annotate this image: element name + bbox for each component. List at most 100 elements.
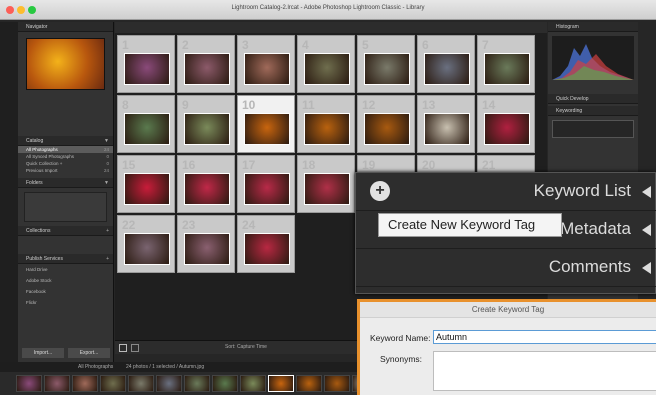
grid-cell[interactable]: 23	[177, 215, 235, 273]
photo-thumbnail[interactable]	[124, 113, 170, 145]
import-button[interactable]: Import...	[22, 348, 64, 358]
add-collection-icon[interactable]: +	[106, 226, 109, 236]
filmstrip-thumbnail[interactable]	[268, 375, 294, 392]
photo-thumbnail[interactable]	[484, 113, 530, 145]
photo-thumbnail[interactable]	[304, 113, 350, 145]
photo-thumbnail[interactable]	[184, 233, 230, 265]
catalog-item-count: 24	[103, 168, 109, 173]
comments-header[interactable]: Comments	[356, 249, 656, 287]
photo-thumbnail[interactable]	[484, 53, 530, 85]
folders-header[interactable]: Folders ▼	[18, 178, 113, 188]
filmstrip-thumbnail[interactable]	[240, 375, 266, 392]
grid-cell[interactable]: 2	[177, 35, 235, 93]
grid-cell[interactable]: 24	[237, 215, 295, 273]
grid-cell[interactable]: 16	[177, 155, 235, 213]
grid-cell-number: 8	[122, 98, 129, 112]
grid-cell[interactable]: 13	[417, 95, 475, 153]
collapse-triangle-icon[interactable]: ▼	[104, 136, 109, 146]
grid-cell[interactable]: 8	[117, 95, 175, 153]
keywording-header[interactable]: Keywording	[548, 106, 638, 116]
photo-thumbnail[interactable]	[184, 173, 230, 205]
comments-label: Comments	[548, 257, 631, 276]
synonyms-input[interactable]	[433, 351, 656, 391]
photo-thumbnail[interactable]	[124, 53, 170, 85]
filmstrip-thumbnail[interactable]	[212, 375, 238, 392]
catalog-item-all-photographs[interactable]: All Photographs 24	[18, 146, 113, 153]
filmstrip-thumbnail[interactable]	[184, 375, 210, 392]
photo-thumbnail[interactable]	[304, 53, 350, 85]
keyword-list-header[interactable]: + Keyword List	[356, 173, 656, 211]
catalog-item-synced[interactable]: All Synced Photographs 0	[18, 153, 113, 160]
filmstrip-thumbnail[interactable]	[72, 375, 98, 392]
photo-thumbnail[interactable]	[124, 173, 170, 205]
grid-cell[interactable]: 9	[177, 95, 235, 153]
photo-thumbnail[interactable]	[244, 233, 290, 265]
photo-thumbnail[interactable]	[184, 113, 230, 145]
grid-filter-bar[interactable]	[115, 22, 547, 33]
publish-item-flickr[interactable]: Flickr	[18, 297, 113, 308]
grid-cell[interactable]: 3	[237, 35, 295, 93]
photo-thumbnail[interactable]	[304, 173, 350, 205]
grid-cell[interactable]: 18	[297, 155, 355, 213]
catalog-header[interactable]: Catalog ▼	[18, 136, 113, 146]
filmstrip-thumbnail[interactable]	[324, 375, 350, 392]
collapse-triangle-icon[interactable]	[642, 186, 651, 198]
dialog-title: Create Keyword Tag	[360, 302, 656, 318]
photo-thumbnail[interactable]	[124, 233, 170, 265]
filmstrip-thumbnail[interactable]	[128, 375, 154, 392]
photo-thumbnail[interactable]	[244, 173, 290, 205]
sort-label[interactable]: Sort: Capture Time	[225, 344, 267, 350]
publish-item-adobe-stock[interactable]: Adobe Stock	[18, 275, 113, 286]
collapse-triangle-icon[interactable]	[642, 262, 651, 274]
grid-cell[interactable]: 11	[297, 95, 355, 153]
grid-cell[interactable]: 1	[117, 35, 175, 93]
collapse-triangle-icon[interactable]: ▼	[104, 178, 109, 188]
photo-thumbnail[interactable]	[244, 113, 290, 145]
grid-cell[interactable]: 12	[357, 95, 415, 153]
histogram-header[interactable]: Histogram	[548, 22, 638, 32]
navigator-preview[interactable]	[26, 38, 105, 90]
folder-tree[interactable]	[24, 192, 107, 222]
grid-cell[interactable]: 15	[117, 155, 175, 213]
photo-thumbnail[interactable]	[184, 53, 230, 85]
grid-cell[interactable]: 4	[297, 35, 355, 93]
create-keyword-tooltip: Create New Keyword Tag	[378, 213, 562, 237]
add-service-icon[interactable]: +	[106, 254, 109, 264]
quick-develop-header[interactable]: Quick Develop	[548, 94, 638, 104]
publish-item-hard-drive[interactable]: Hard Drive	[18, 264, 113, 275]
grid-cell[interactable]: 14	[477, 95, 535, 153]
photo-thumbnail[interactable]	[364, 53, 410, 85]
grid-cell-number: 1	[122, 38, 129, 52]
filmstrip-info: 24 photos / 1 selected / Autumn.jpg	[126, 364, 205, 370]
collapse-triangle-icon[interactable]	[642, 224, 651, 236]
publish-services-header[interactable]: Publish Services +	[18, 254, 113, 264]
filmstrip-thumbnail[interactable]	[44, 375, 70, 392]
filmstrip-thumbnail[interactable]	[296, 375, 322, 392]
navigator-header[interactable]: Navigator	[18, 22, 113, 32]
photo-thumbnail[interactable]	[424, 53, 470, 85]
filmstrip-source[interactable]: All Photographs	[78, 364, 113, 370]
keyword-tags-field[interactable]	[552, 120, 634, 138]
grid-cell[interactable]: 7	[477, 35, 535, 93]
grid-cell[interactable]: 17	[237, 155, 295, 213]
photo-thumbnail[interactable]	[244, 53, 290, 85]
add-keyword-button[interactable]: +	[370, 181, 390, 201]
keyword-name-input[interactable]	[433, 330, 656, 344]
grid-view-icon[interactable]	[119, 344, 127, 352]
photo-thumbnail[interactable]	[424, 113, 470, 145]
catalog-item-previous-import[interactable]: Previous Import 24	[18, 167, 113, 174]
photo-thumbnail[interactable]	[364, 113, 410, 145]
export-button[interactable]: Export...	[68, 348, 110, 358]
loupe-view-icon[interactable]	[131, 344, 139, 352]
grid-cell[interactable]: 5	[357, 35, 415, 93]
grid-cell-number: 3	[242, 38, 249, 52]
grid-cell[interactable]: 6	[417, 35, 475, 93]
filmstrip-thumbnail[interactable]	[156, 375, 182, 392]
filmstrip-thumbnail[interactable]	[100, 375, 126, 392]
collections-header[interactable]: Collections +	[18, 226, 113, 236]
catalog-item-quick-collection[interactable]: Quick Collection + 0	[18, 160, 113, 167]
grid-cell[interactable]: 22	[117, 215, 175, 273]
publish-item-facebook[interactable]: Facebook	[18, 286, 113, 297]
grid-cell[interactable]: 10	[237, 95, 295, 153]
filmstrip-thumbnail[interactable]	[16, 375, 42, 392]
